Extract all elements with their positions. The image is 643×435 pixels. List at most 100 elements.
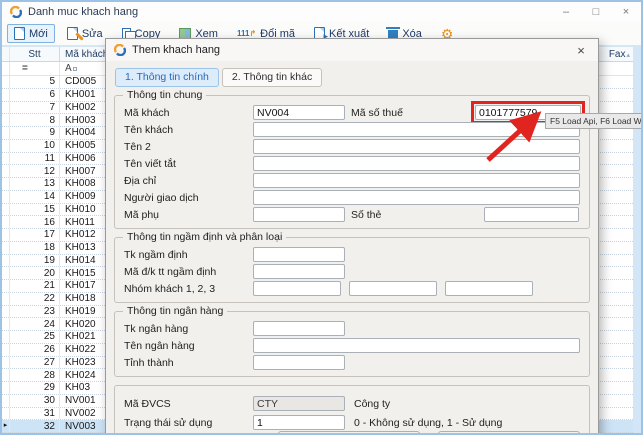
row-selector-cell [2,382,10,394]
row-selector-header [2,47,10,61]
cell-stt: 26 [10,344,59,355]
row-selector-cell [2,408,10,420]
close-button[interactable]: × [611,2,641,22]
column-header-fax[interactable]: Fax▴ [595,49,633,60]
cell-stt: 11 [10,153,59,164]
group-ngam-dinh: Thông tin ngầm định và phân loại Tk ngầm… [114,237,590,303]
cell-stt: 30 [10,395,59,406]
dialog-titlebar: Them khach hang × [106,39,598,61]
vertical-scrollbar[interactable] [633,46,641,433]
row-selector-cell [2,255,10,267]
label-so-the: Số thẻ [351,209,477,221]
row-selector-cell [2,344,10,356]
label-trang-thai-su-dung: Trạng thái sử dụng [124,417,253,429]
cell-stt: 22 [10,293,59,304]
dialog-close-icon[interactable]: × [570,43,592,58]
row-selector-cell [2,306,10,318]
input-nhom-khach-1[interactable] [253,281,341,296]
row-selector-cell [2,357,10,369]
input-trang-thai-su-dung[interactable] [253,415,345,430]
load-api-tooltip: F5 Load Api, F6 Load Web [545,113,643,129]
new-button[interactable]: Mới [7,24,55,43]
label-ten-khach: Tên khách [124,124,253,136]
app-icon [10,6,22,18]
row-selector-cell [2,267,10,279]
row-selector-cell [2,229,10,241]
edit-icon [67,27,78,40]
cell-stt: 32 [10,421,59,432]
row-selector-cell [2,318,10,330]
row-selector-cell [2,395,10,407]
label-tinh-thanh: Tỉnh thành [124,357,253,369]
column-header-stt[interactable]: Stt [10,49,59,60]
input-dia-chi[interactable] [253,173,580,188]
maximize-button[interactable]: □ [581,2,611,22]
cell-stt: 23 [10,306,59,317]
input-ma-dk-tt[interactable] [253,264,345,279]
row-selector-cell [2,280,10,292]
input-nhom-khach-3[interactable] [445,281,533,296]
group-legend: Thông tin ngầm định và phân loại [123,231,286,243]
row-selector-cell [2,369,10,381]
cell-stt: 6 [10,89,59,100]
group-legend: Thông tin chung [123,89,206,101]
input-ma-dvcs[interactable] [253,396,345,411]
filter-funnel-cell[interactable] [2,62,10,75]
cell-stt: 9 [10,127,59,138]
tab-thong-tin-khac[interactable]: 2. Thông tin khác [222,68,322,87]
input-nguoi-giao-dich[interactable] [253,190,580,205]
cell-stt: 16 [10,217,59,228]
dialog-title: Them khach hang [132,44,220,56]
main-window: Danh muc khach hang – □ × Mới Sửa Copy X… [0,0,643,435]
input-ten-ngan-hang[interactable] [253,338,580,353]
input-ma-khach[interactable] [253,105,345,120]
row-selector-cell: ▸ [2,420,10,432]
edit-button-label: Sửa [82,28,103,40]
cell-stt: 17 [10,229,59,240]
cell-stt: 19 [10,255,59,266]
row-selector-cell [2,165,10,177]
group-trang-thai: Mã ĐVCS Công ty Trạng thái sử dụng 0 - K… [114,385,590,435]
minimize-button[interactable]: – [551,2,581,22]
filter-stt[interactable]: = [10,63,59,74]
row-selector-cell [2,127,10,139]
label-ma-dvcs: Mã ĐVCS [124,398,253,410]
row-selector-cell [2,102,10,114]
input-nhom-khach-2[interactable] [349,281,437,296]
tab-thong-tin-chinh[interactable]: 1. Thông tin chính [115,68,219,87]
row-selector-cell [2,114,10,126]
label-ten-ngan-hang: Tên ngân hàng [124,340,253,352]
input-tinh-thanh[interactable] [253,355,345,370]
row-selector-cell [2,242,10,254]
group-legend: Thông tin ngân hàng [123,305,227,317]
label-tk-ngan-hang: Tk ngân hàng [124,323,253,335]
titlebar: Danh muc khach hang – □ × [2,2,641,22]
change-code-icon: 111↱ [237,29,256,38]
row-selector-cell [2,204,10,216]
label-ten-viet-tat: Tên viết tắt [124,158,253,170]
dialog-bottom-button-2[interactable] [438,431,580,435]
label-dia-chi: Địa chỉ [124,175,253,187]
cell-stt: 14 [10,191,59,202]
group-ngan-hang: Thông tin ngân hàng Tk ngân hàng Tên ngâ… [114,311,590,377]
edit-button[interactable]: Sửa [60,24,110,43]
label-ma-khach: Mã khách [124,107,253,119]
sort-icon: ▴ [626,52,630,59]
dialog-app-icon [114,44,126,56]
input-ma-phu[interactable] [253,207,345,222]
row-selector-cell [2,191,10,203]
cell-stt: 31 [10,408,59,419]
cell-stt: 13 [10,178,59,189]
dialog-tabs: 1. Thông tin chính 2. Thông tin khác [106,61,598,87]
cell-stt: 28 [10,370,59,381]
input-so-the[interactable] [484,207,579,222]
dialog-bottom-button-1[interactable] [278,431,420,435]
row-selector-cell [2,178,10,190]
input-tk-ngan-hang[interactable] [253,321,345,336]
cell-stt: 5 [10,76,59,87]
cell-stt: 21 [10,280,59,291]
input-tk-ngam-dinh[interactable] [253,247,345,262]
row-selector-cell [2,140,10,152]
note-ma-dvcs: Công ty [354,398,390,410]
cell-stt: 27 [10,357,59,368]
